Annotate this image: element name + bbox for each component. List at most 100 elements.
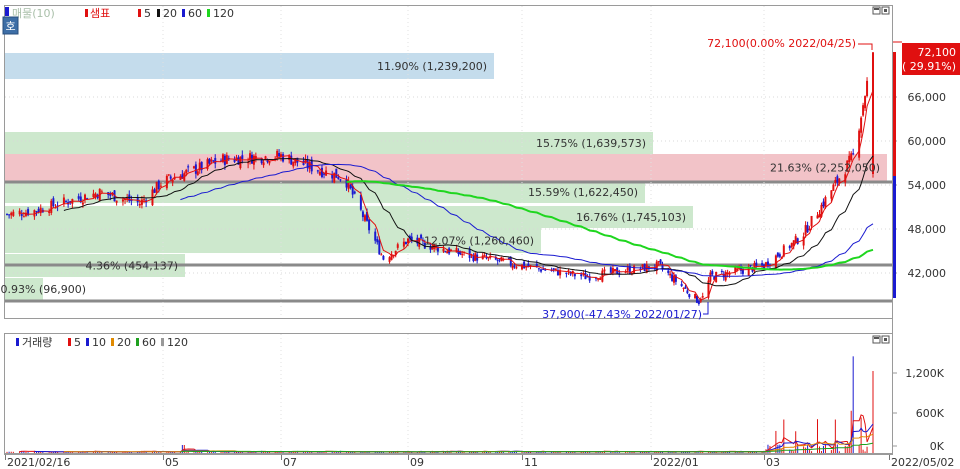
candle-body: [446, 251, 449, 254]
candle-body: [672, 275, 675, 283]
price-tick-label: 66,000: [908, 91, 947, 104]
candle-body: [380, 254, 383, 256]
candle-body: [872, 52, 874, 175]
candle-body: [52, 198, 55, 207]
candle-body: [515, 267, 518, 269]
candle-body: [8, 214, 11, 216]
candle-body: [143, 199, 146, 201]
candle-body: [580, 274, 583, 277]
candle-body: [81, 202, 84, 205]
candle-body: [834, 179, 837, 184]
candle-body: [830, 190, 833, 199]
candle-body: [278, 153, 281, 157]
candle-body: [836, 176, 839, 183]
candle-body: [680, 283, 683, 287]
volume-profile-label: 12.07% (1,260,460): [424, 235, 534, 248]
candle-body: [353, 191, 356, 194]
last-price: 72,100: [918, 46, 957, 59]
candle-body: [720, 270, 723, 272]
candle-body: [669, 273, 672, 276]
candle-body: [659, 259, 662, 264]
candle-body: [778, 254, 781, 257]
candle-body: [513, 265, 516, 267]
candle-body: [776, 252, 779, 257]
high-annotation: 72,100(0.00% 2022/04/25): [707, 37, 856, 50]
candle-body: [755, 262, 758, 266]
candle-body: [420, 234, 423, 239]
price-tick-label: 42,000: [908, 267, 947, 280]
candle-body: [48, 211, 51, 214]
candle-body: [455, 248, 458, 253]
volume-pane-maximize-icon[interactable]: [872, 335, 881, 344]
candle-body: [65, 201, 68, 203]
candle-body: [444, 251, 447, 253]
candle-body: [35, 211, 38, 213]
candle-body: [22, 216, 25, 218]
candle-body: [565, 272, 568, 275]
ma5-legend: 5: [144, 7, 151, 20]
candle-body: [697, 300, 700, 304]
candle-body: [262, 162, 265, 166]
candle-body: [788, 246, 791, 249]
candle-body: [535, 263, 538, 267]
candle-body: [165, 175, 168, 189]
volume-pane-close-icon[interactable]: [881, 335, 890, 344]
candle-body: [860, 117, 863, 133]
candle-body: [282, 154, 285, 162]
ma20-legend: 20: [163, 7, 177, 20]
volume-profile-label: 16.76% (1,745,103): [576, 211, 686, 224]
ma60-legend-swatch: [182, 9, 185, 17]
candle-body: [212, 160, 215, 162]
candle-body: [794, 236, 797, 243]
candle-body: [626, 267, 629, 271]
candle-body: [20, 214, 23, 216]
date-tick-label: 2022/05/02: [891, 456, 954, 469]
settings-tab-icon[interactable]: 호: [2, 16, 19, 35]
candle-body: [804, 225, 807, 235]
legend-marker: [5, 7, 9, 16]
candle-body: [810, 215, 813, 227]
candle-body: [749, 265, 752, 267]
candle-body: [796, 238, 799, 244]
candle-body: [331, 174, 334, 179]
candle-body: [320, 167, 323, 178]
candle-body: [709, 272, 712, 282]
candle-body: [374, 231, 377, 241]
candle-body: [850, 153, 853, 161]
date-tick-label: 07: [283, 456, 297, 469]
candle-body: [268, 161, 271, 164]
vma60-legend-swatch: [136, 338, 139, 346]
candle-body: [858, 130, 861, 158]
candle-body: [832, 184, 835, 191]
candle-body: [361, 211, 364, 218]
vma60-legend: 60: [142, 336, 156, 349]
candle-body: [774, 255, 777, 268]
candle-body: [866, 80, 869, 97]
candle-legend: 샘표: [90, 7, 110, 20]
pane-close-icon[interactable]: [881, 6, 890, 15]
candle-body: [121, 199, 124, 202]
ma20-legend-swatch: [157, 9, 160, 17]
candle-body: [50, 200, 53, 213]
volume-tick-label: 1,200K: [905, 367, 944, 380]
candle-body: [852, 153, 855, 155]
candle-body: [761, 263, 764, 266]
candle-body: [194, 164, 197, 174]
candle-body: [537, 268, 540, 270]
stock-chart-window: 11.90% (1,239,200) 15.75% (1,639,573) 21.6…: [0, 0, 960, 469]
candle-body: [349, 184, 352, 189]
candle-body: [643, 263, 646, 272]
candle-body: [442, 248, 445, 252]
candle-body: [573, 273, 576, 277]
pane-maximize-icon[interactable]: [872, 6, 881, 15]
candle-body: [363, 215, 366, 221]
candle-body: [688, 294, 691, 298]
vma120-legend-swatch: [161, 338, 164, 346]
candle-body: [657, 261, 660, 263]
chart-canvas[interactable]: 11.90% (1,239,200) 15.75% (1,639,573) 21.6…: [0, 0, 960, 469]
vma5-legend-swatch: [68, 338, 71, 346]
candle-body: [404, 241, 407, 245]
vma10-legend-swatch: [86, 338, 89, 346]
ma60-legend: 60: [188, 7, 202, 20]
low-annotation: 37,900(-47.43% 2022/01/27): [542, 308, 702, 321]
